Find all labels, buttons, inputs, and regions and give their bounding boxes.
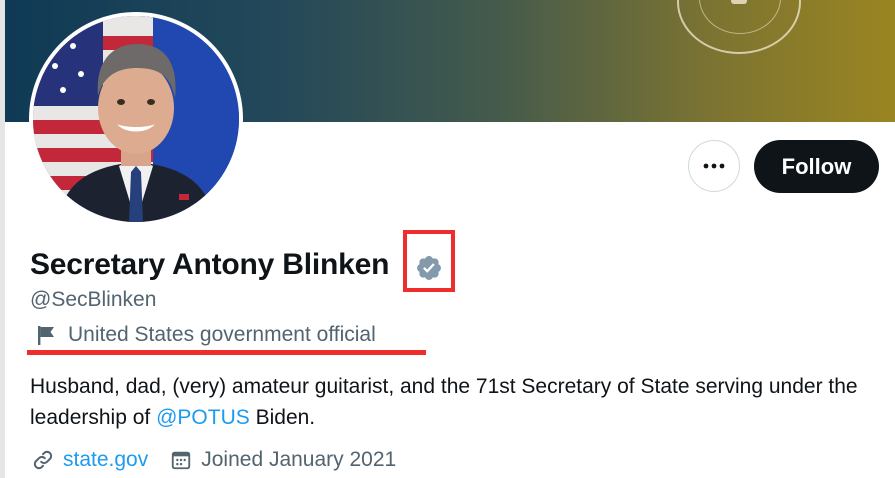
affiliation-underline — [27, 350, 426, 355]
bio: Husband, dad, (very) amateur guitarist, … — [30, 371, 880, 433]
state-department-seal — [677, 0, 801, 54]
calendar-icon — [172, 451, 191, 470]
potus-mention-link[interactable]: @POTUS — [156, 406, 250, 429]
bio-text-end: Biden. — [249, 406, 316, 429]
joined-item: Joined January 2021 — [170, 448, 396, 472]
affiliation-label[interactable]: United States government official — [36, 323, 376, 347]
bio-text: Husband, dad, (very) amateur guitarist, … — [30, 375, 858, 429]
website-link[interactable]: state.gov — [63, 448, 148, 472]
profile-meta: state.gov Joined January 2021 — [32, 448, 418, 472]
handle: @SecBlinken — [30, 288, 157, 311]
joined-date: Joined January 2021 — [201, 448, 397, 471]
avatar[interactable] — [29, 12, 243, 226]
website-item[interactable]: state.gov — [32, 448, 148, 472]
flag-icon — [38, 326, 54, 345]
verified-highlight-box — [403, 230, 455, 292]
more-options-button[interactable] — [688, 140, 740, 192]
display-name: Secretary Antony Blinken — [30, 248, 390, 281]
affiliation-text: United States government official — [68, 323, 376, 346]
link-icon — [33, 450, 53, 470]
follow-button[interactable]: Follow — [754, 140, 879, 193]
more-icon — [703, 163, 725, 169]
